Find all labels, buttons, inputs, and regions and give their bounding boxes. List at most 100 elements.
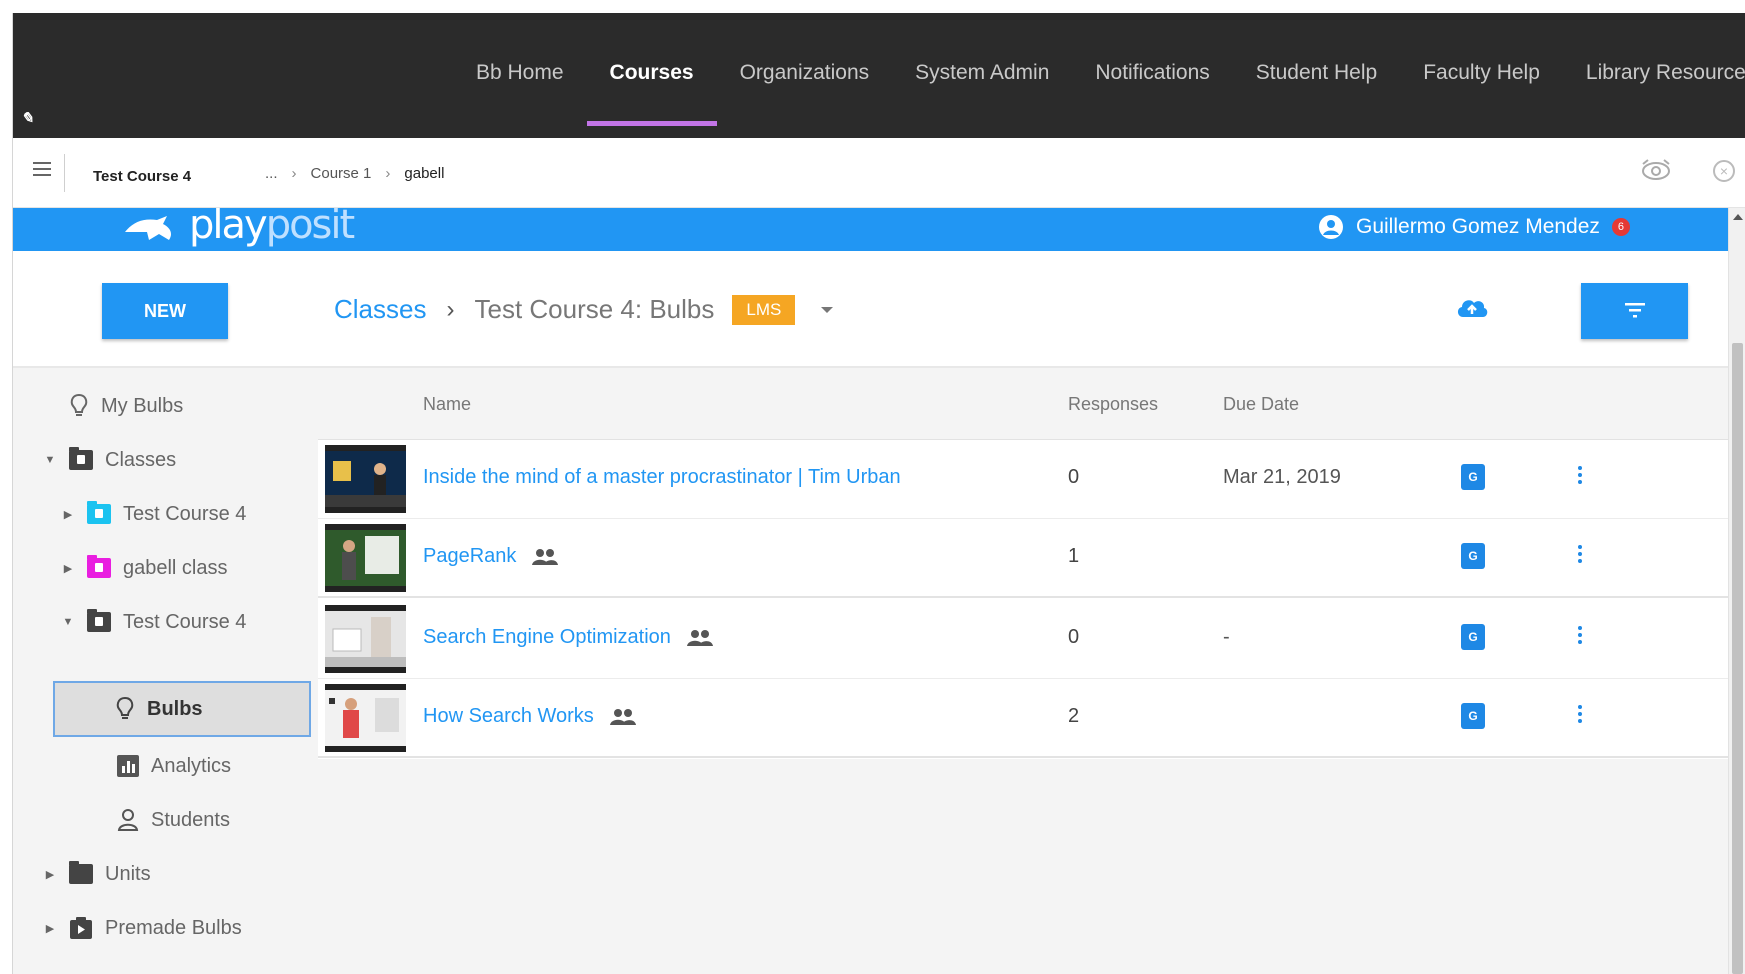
sidebar-item-units[interactable]: ▶ Units [43, 846, 151, 902]
filter-icon [1624, 302, 1645, 317]
user-avatar-icon [1319, 215, 1343, 239]
table-row[interactable]: Inside the mind of a master procrastinat… [318, 440, 1728, 519]
due-date: Mar 21, 2019 [1223, 466, 1341, 488]
lms-sync-icon[interactable]: G [1461, 464, 1485, 490]
course-menu-toggle-icon[interactable] [33, 162, 51, 180]
chevron-right-icon: › [446, 295, 455, 323]
person-icon [117, 809, 139, 831]
lms-badge: LMS [732, 294, 796, 325]
bulb-title-link[interactable]: How Search Works [423, 705, 636, 728]
notification-badge[interactable]: 6 [1611, 218, 1630, 236]
sidebar-item-bulbs[interactable]: Bulbs [53, 681, 311, 737]
scrollbar-thumb[interactable] [1732, 343, 1743, 974]
more-options-icon[interactable] [1576, 545, 1584, 569]
breadcrumb-separator-icon: › [385, 165, 391, 182]
sidebar-item-students[interactable]: Students [117, 792, 230, 848]
breadcrumb-course[interactable]: Course 1 [311, 165, 372, 182]
more-options-icon[interactable] [1576, 626, 1584, 650]
scroll-up-icon[interactable] [1733, 214, 1743, 220]
caret-down-icon[interactable]: ▼ [43, 454, 57, 466]
window-left-edge [0, 13, 13, 974]
breadcrumb-ellipsis[interactable]: ... [265, 165, 278, 182]
window-top-strip [0, 0, 1745, 13]
video-thumbnail[interactable] [325, 605, 406, 673]
nav-notifications[interactable]: Notifications [1072, 53, 1232, 113]
nav-system-admin[interactable]: System Admin [892, 53, 1072, 113]
user-name: Guillermo Gomez Mendez [1356, 215, 1600, 238]
sidebar-item-label: gabell class [123, 556, 228, 579]
breadcrumb-separator-icon: › [291, 165, 297, 182]
caret-down-icon[interactable]: ▼ [61, 616, 75, 628]
folder-icon [87, 501, 111, 524]
course-breadcrumb-bar: Test Course 4 ... › Course 1 › gabell × [13, 138, 1745, 208]
filter-button[interactable] [1581, 283, 1688, 339]
bulb-title-link[interactable]: Search Engine Optimization [423, 626, 713, 649]
due-date: - [1223, 626, 1230, 648]
nav-bb-home[interactable]: Bb Home [453, 53, 587, 113]
sidebar-item-label: My Bulbs [101, 394, 184, 417]
nav-organizations[interactable]: Organizations [717, 53, 893, 113]
lms-sync-icon[interactable]: G [1461, 703, 1485, 729]
table-row[interactable]: PageRank 1 G [318, 519, 1728, 598]
column-header-due-date[interactable]: Due Date [1223, 394, 1299, 415]
breadcrumb: ... › Course 1 › gabell [265, 165, 444, 182]
more-options-icon[interactable] [1576, 466, 1584, 490]
analytics-icon [117, 755, 139, 777]
caret-right-icon[interactable]: ▶ [61, 562, 75, 575]
responses-count: 0 [1068, 466, 1080, 488]
video-thumbnail[interactable] [325, 684, 406, 752]
user-menu[interactable]: Guillermo Gomez Mendez 6 [1318, 214, 1630, 240]
nav-library-resources[interactable]: Library Resources [1563, 53, 1745, 113]
chevron-down-icon[interactable] [821, 306, 834, 313]
sidebar-item-test-course-4-expanded[interactable]: ▼ Test Course 4 [61, 594, 246, 650]
caret-right-icon[interactable]: ▶ [43, 868, 57, 881]
bulb-icon [70, 393, 88, 416]
lms-sync-icon[interactable]: G [1461, 543, 1485, 569]
bulbs-table-header: Name Responses Due Date [318, 368, 1728, 440]
caret-right-icon[interactable]: ▶ [61, 508, 75, 521]
new-button[interactable]: NEW [102, 283, 228, 339]
caret-right-icon[interactable]: ▶ [43, 922, 57, 935]
group-icon [532, 548, 559, 565]
sidebar-item-analytics[interactable]: Analytics [117, 738, 231, 794]
sidebar-item-label: Units [105, 862, 151, 885]
bulbs-table: Inside the mind of a master procrastinat… [318, 440, 1728, 759]
breadcrumb-classes-link[interactable]: Classes [334, 294, 426, 325]
group-icon [609, 708, 636, 725]
course-name[interactable]: Test Course 4 [93, 168, 191, 185]
folder-icon [69, 447, 93, 470]
close-icon[interactable]: × [1713, 160, 1735, 182]
page-scrollbar[interactable] [1728, 208, 1745, 974]
lms-sync-icon[interactable]: G [1461, 624, 1485, 650]
table-row[interactable]: Search Engine Optimization 0 - G [318, 600, 1728, 679]
folder-icon [87, 555, 111, 578]
sidebar-item-label: Students [151, 808, 230, 831]
group-icon [686, 629, 713, 646]
sidebar-item-test-course-4[interactable]: ▶ Test Course 4 [61, 486, 246, 542]
class-breadcrumb: Classes › Test Course 4: Bulbs LMS [334, 294, 834, 325]
cloud-upload-icon[interactable] [1454, 293, 1490, 323]
column-header-responses[interactable]: Responses [1068, 394, 1158, 415]
sidebar-item-label: Test Course 4 [123, 610, 247, 633]
column-header-name[interactable]: Name [423, 394, 471, 415]
sidebar-item-gabell-class[interactable]: ▶ gabell class [61, 540, 228, 596]
nav-student-help[interactable]: Student Help [1233, 53, 1400, 113]
breadcrumb-current: gabell [404, 165, 445, 182]
playposit-logo[interactable]: playposit [189, 208, 355, 248]
sidebar-item-label: Analytics [151, 754, 232, 777]
student-preview-icon[interactable] [1640, 158, 1672, 184]
video-thumbnail[interactable] [325, 524, 406, 592]
video-thumbnail[interactable] [325, 445, 406, 513]
sidebar-tree: My Bulbs ▼ Classes ▶ Test Course 4 ▶ gab… [13, 368, 313, 974]
more-options-icon[interactable] [1576, 705, 1584, 729]
bulbs-toolbar: NEW Classes › Test Course 4: Bulbs LMS [13, 251, 1728, 368]
bulb-title-link[interactable]: PageRank [423, 545, 559, 568]
table-row[interactable]: How Search Works 2 G [318, 679, 1728, 758]
nav-faculty-help[interactable]: Faculty Help [1400, 53, 1563, 113]
edit-pencil-icon[interactable]: ✎ [21, 109, 34, 127]
sidebar-item-classes[interactable]: ▼ Classes [43, 432, 176, 488]
bulb-title-link[interactable]: Inside the mind of a master procrastinat… [423, 466, 901, 489]
nav-courses[interactable]: Courses [586, 53, 717, 126]
sidebar-item-my-bulbs[interactable]: My Bulbs [69, 378, 183, 434]
sidebar-item-premade-bulbs[interactable]: ▶ Premade Bulbs [43, 900, 242, 956]
